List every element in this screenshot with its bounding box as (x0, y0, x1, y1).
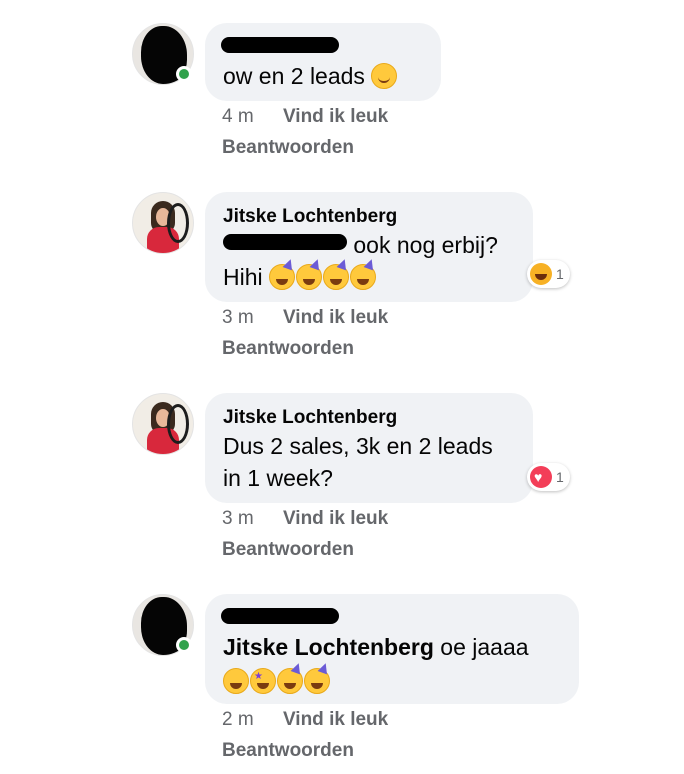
haha-reaction-icon (530, 263, 552, 285)
smiley-emoji-icon (371, 63, 398, 89)
grinning-emoji-icon (223, 668, 249, 694)
online-status-icon (176, 637, 192, 653)
author-name[interactable]: Jitske Lochtenberg (223, 206, 397, 228)
comment-text-line-1: Jitske Lochtenberg oe jaaaa (223, 634, 529, 660)
star-struck-emoji-icon (250, 668, 276, 694)
reply-link[interactable]: Beantwoorden (222, 338, 354, 360)
comment-text-line-1: Dus 2 sales, 3k en 2 leads (223, 433, 493, 459)
love-reaction-icon (530, 466, 552, 488)
reply-link[interactable]: Beantwoorden (222, 137, 354, 159)
like-link[interactable]: Vind ik leuk (283, 508, 388, 529)
reply-link[interactable]: Beantwoorden (222, 539, 354, 561)
author-name[interactable]: Jitske Lochtenberg (223, 407, 397, 429)
comment-bubble[interactable]: Jitske Lochtenberg ook nog erbij? Hihi (205, 192, 533, 302)
comment-text-line-2: Hihi (223, 262, 377, 292)
redacted-author-name (221, 37, 339, 53)
timestamp[interactable]: 3 m (222, 508, 254, 529)
comment-actions: 3 m Vind ik leuk (222, 508, 388, 530)
like-link[interactable]: Vind ik leuk (283, 106, 388, 127)
comment-actions: 2 m Vind ik leuk (222, 709, 388, 731)
partying-face-emoji-icon (323, 264, 350, 290)
partying-face-emoji-icon (350, 264, 377, 290)
like-link[interactable]: Vind ik leuk (283, 709, 388, 730)
timestamp[interactable]: 4 m (222, 106, 254, 127)
partying-face-emoji-icon (269, 264, 296, 290)
comment-actions: 3 m Vind ik leuk (222, 307, 388, 329)
avatar[interactable] (132, 393, 194, 455)
redacted-mention (223, 234, 347, 250)
comment-bubble[interactable]: Jitske Lochtenberg oe jaaaa (205, 594, 579, 704)
avatar[interactable] (132, 192, 194, 254)
reaction-count: 1 (556, 266, 564, 282)
partying-face-emoji-icon (296, 264, 323, 290)
comment-bubble[interactable]: Jitske Lochtenberg Dus 2 sales, 3k en 2 … (205, 393, 533, 503)
partying-face-emoji-icon (277, 668, 303, 694)
online-status-icon (176, 66, 192, 82)
comment-text-line-1: ook nog erbij? (223, 230, 498, 260)
mention-link[interactable]: Jitske Lochtenberg (223, 634, 434, 660)
timestamp[interactable]: 3 m (222, 307, 254, 328)
comment-bubble[interactable]: ow en 2 leads (205, 23, 441, 101)
redacted-author-name (221, 608, 339, 624)
partying-face-emoji-icon (304, 668, 330, 694)
comment-text-line-2 (223, 666, 331, 696)
reaction-badge[interactable]: 1 (527, 463, 570, 491)
comment-text-line-2: in 1 week? (223, 465, 333, 491)
reaction-count: 1 (556, 469, 564, 485)
timestamp[interactable]: 2 m (222, 709, 254, 730)
comment-actions: 4 m Vind ik leuk (222, 106, 388, 128)
reply-link[interactable]: Beantwoorden (222, 740, 354, 762)
comment-text: ow en 2 leads (223, 61, 398, 91)
like-link[interactable]: Vind ik leuk (283, 307, 388, 328)
reaction-badge[interactable]: 1 (527, 260, 570, 288)
